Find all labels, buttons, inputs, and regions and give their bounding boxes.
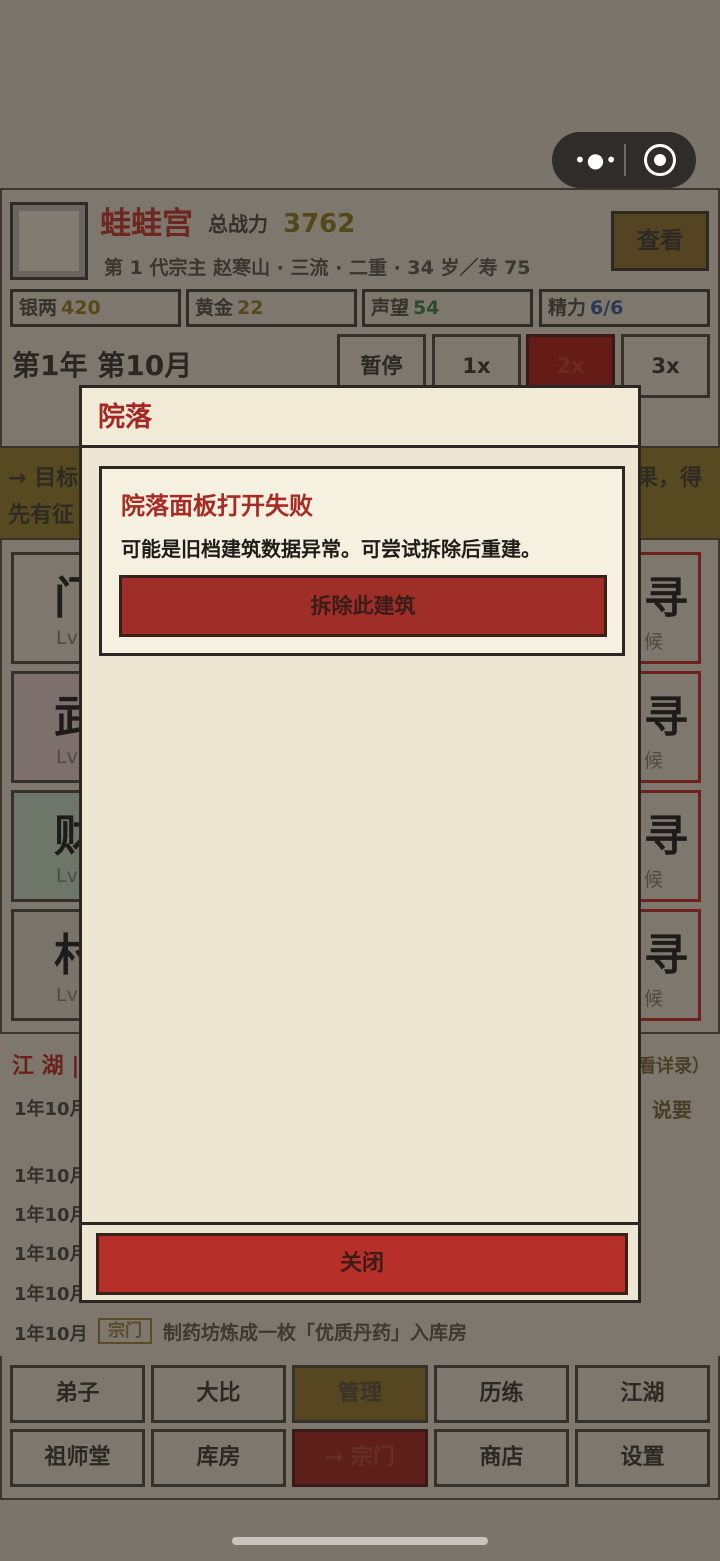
nav-training[interactable]: 历练: [434, 1365, 569, 1423]
capsule-divider: [624, 144, 626, 176]
log-say: 说要: [652, 1098, 692, 1122]
recruit-glyph: 寻: [644, 930, 688, 981]
nav-jianghu[interactable]: 江湖: [575, 1365, 710, 1423]
recruit-status: 候: [644, 631, 664, 653]
log-date: 1年10月: [14, 1284, 88, 1305]
log-date: 1年10月: [14, 1205, 88, 1226]
target-icon[interactable]: [644, 144, 676, 176]
log-entry-text: 制药坊炼成一枚「优质丹药」入库房: [163, 1322, 468, 1344]
error-box: 院落面板打开失败 可能是旧档建筑数据异常。可尝试拆除后重建。 拆除此建筑: [99, 466, 625, 656]
building-level: Lv: [56, 984, 78, 1006]
recruit-glyph: 寻: [644, 811, 688, 862]
resource-label: 银两: [19, 297, 58, 319]
log-more-link[interactable]: 看详录）: [638, 1052, 710, 1078]
capsule-menu: •●•: [552, 132, 696, 188]
recruit-glyph: 寻: [644, 573, 688, 624]
power-label: 总战力: [208, 212, 268, 236]
building-level: Lv: [56, 865, 78, 887]
nav-sect[interactable]: → 宗门: [292, 1429, 428, 1487]
nav-ancestral-hall[interactable]: 祖师堂: [10, 1429, 145, 1487]
sect-avatar: [10, 202, 88, 280]
resource-silver: 银两 420: [10, 289, 181, 327]
log-date: 1年10月: [14, 1324, 88, 1345]
goal-text-2: 先有征: [8, 503, 75, 528]
recruit-glyph: 寻: [644, 692, 688, 743]
building-level: Lv: [56, 627, 78, 649]
courtyard-modal: 院落 院落面板打开失败 可能是旧档建筑数据异常。可尝试拆除后重建。 拆除此建筑 …: [79, 385, 641, 1303]
error-title: 院落面板打开失败: [121, 492, 313, 520]
building-level: Lv: [56, 746, 78, 768]
home-indicator: [232, 1537, 488, 1545]
recruit-status: 候: [644, 988, 664, 1010]
goal-text: → 目标: [8, 466, 79, 491]
sect-name: 蛙蛙宫: [100, 206, 193, 242]
modal-footer-divider: [82, 1222, 638, 1225]
resource-value: 420: [61, 297, 101, 319]
resource-label: 精力: [548, 297, 587, 319]
nav-manage[interactable]: 管理: [292, 1365, 428, 1423]
log-title: 江 湖 |: [12, 1054, 80, 1079]
modal-header: 院落: [82, 388, 638, 448]
log-date: 1年10月: [14, 1099, 88, 1120]
error-message: 可能是旧档建筑数据异常。可尝试拆除后重建。: [121, 537, 541, 561]
resource-label: 声望: [371, 297, 410, 319]
resource-prestige: 声望 54: [362, 289, 533, 327]
log-date: 1年10月: [14, 1166, 88, 1187]
resource-value: 6/6: [590, 297, 624, 319]
resource-energy: 精力 6/6: [539, 289, 710, 327]
leader-info: 第 1 代宗主 赵寒山 · 三流 · 二重 · 34 岁／寿 75: [104, 257, 531, 279]
nav-disciples[interactable]: 弟子: [10, 1365, 145, 1423]
nav-storehouse[interactable]: 库房: [151, 1429, 286, 1487]
game-date: 第1年 第10月: [12, 349, 193, 382]
ellipsis-icon[interactable]: •●•: [570, 146, 622, 174]
log-tag: 宗门: [98, 1318, 152, 1344]
recruit-status: 候: [644, 750, 664, 772]
resource-value: 54: [413, 297, 440, 319]
nav-shop[interactable]: 商店: [434, 1429, 569, 1487]
resource-gold: 黄金 22: [186, 289, 357, 327]
resource-value: 22: [237, 297, 264, 319]
view-button[interactable]: 查看: [611, 211, 709, 271]
nav-settings[interactable]: 设置: [575, 1429, 710, 1487]
power-value: 3762: [283, 209, 356, 239]
nav-tournament[interactable]: 大比: [151, 1365, 286, 1423]
recruit-status: 候: [644, 869, 664, 891]
demolish-button[interactable]: 拆除此建筑: [119, 575, 607, 637]
palace-icon: [19, 211, 79, 271]
resource-label: 黄金: [195, 297, 234, 319]
log-date: 1年10月: [14, 1244, 88, 1265]
close-button[interactable]: 关闭: [96, 1233, 628, 1295]
modal-title: 院落: [98, 402, 152, 433]
goal-text-right: 果，得: [636, 466, 703, 491]
